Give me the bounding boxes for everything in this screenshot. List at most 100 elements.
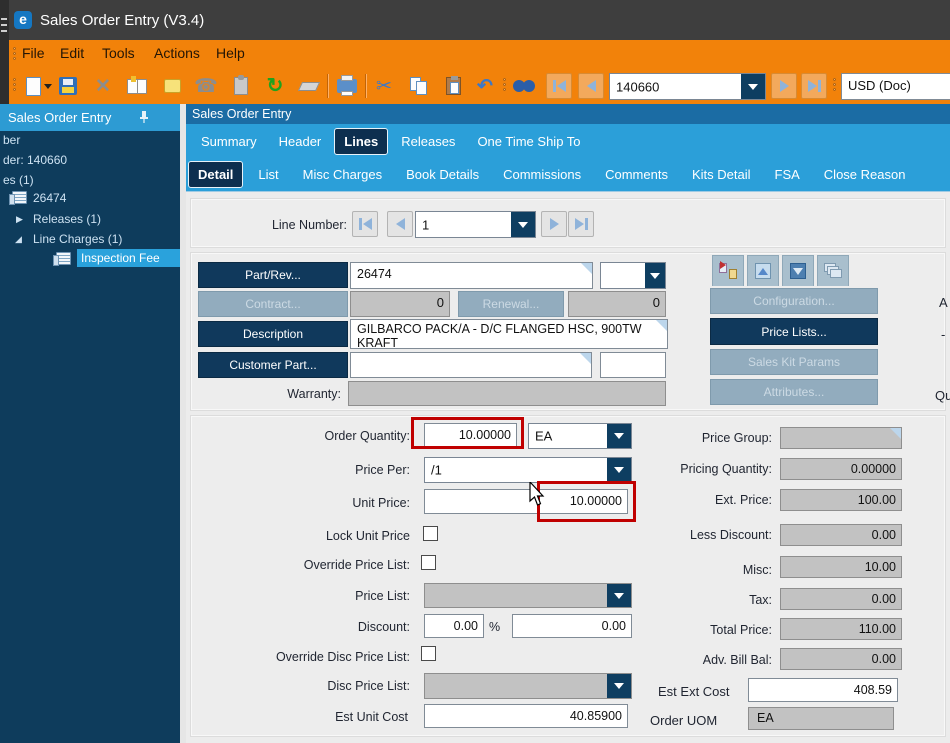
record-prev-button[interactable] — [578, 73, 604, 99]
override-disc-price-list-checkbox[interactable] — [421, 646, 436, 661]
price-group-label: Price Group: — [612, 431, 772, 445]
tree-item-lines[interactable]: es (1) — [3, 173, 34, 187]
discount-percent-field[interactable]: 0.00 — [424, 614, 484, 638]
est-ext-cost-label: Est Ext Cost — [658, 684, 730, 699]
attachment-icon[interactable] — [228, 74, 254, 98]
menu-actions[interactable]: Actions — [154, 45, 200, 61]
est-ext-cost-field[interactable]: 408.59 — [748, 678, 898, 702]
customer-part-rev-field[interactable] — [600, 352, 666, 378]
tree-item-line-charges[interactable]: Line Charges (1) — [33, 232, 122, 246]
override-price-list-checkbox[interactable] — [421, 555, 436, 570]
record-number-combo[interactable]: 140660 — [609, 73, 766, 100]
customer-part-button[interactable]: Customer Part... — [198, 352, 348, 378]
sidebar-splitter[interactable] — [180, 104, 186, 743]
tree-item-order[interactable]: der: 140660 — [3, 153, 67, 167]
search-binoculars-icon[interactable] — [511, 74, 537, 98]
line-last-button[interactable] — [568, 211, 594, 237]
chevron-down-icon[interactable] — [741, 74, 765, 99]
part-rev-button[interactable]: Part/Rev... — [198, 262, 348, 288]
undo-icon[interactable]: ↶ — [472, 74, 498, 98]
sidebar-header[interactable]: Sales Order Entry — [0, 104, 180, 131]
new-dropdown-icon[interactable] — [42, 74, 54, 98]
chevron-down-icon[interactable] — [645, 263, 665, 288]
currency-field[interactable]: USD (Doc) — [841, 73, 950, 100]
part-number-field[interactable]: 26474 — [350, 262, 593, 289]
line-number-combo[interactable]: 1 — [415, 211, 536, 238]
sales-kit-params-button: Sales Kit Params — [710, 349, 878, 375]
paste-icon[interactable] — [440, 74, 466, 98]
line-first-button[interactable] — [352, 211, 378, 237]
record-next-button[interactable] — [771, 73, 797, 99]
copy-icon[interactable] — [406, 74, 432, 98]
tree-item-releases[interactable]: Releases (1) — [33, 212, 101, 226]
refresh-icon[interactable]: ↻ — [262, 74, 288, 98]
chevron-down-icon[interactable] — [511, 212, 535, 237]
part-rev-combo[interactable] — [600, 262, 666, 289]
toolbar-grip-handle[interactable] — [503, 78, 507, 91]
subtab-misc-charges[interactable]: Misc Charges — [294, 161, 391, 188]
move-up-icon[interactable] — [747, 255, 779, 286]
layers-icon[interactable] — [817, 255, 849, 286]
tab-releases[interactable]: Releases — [392, 128, 464, 155]
override-disc-price-list-label: Override Disc Price List: — [218, 650, 410, 664]
tab-header[interactable]: Header — [270, 128, 331, 155]
save-icon[interactable] — [55, 74, 81, 98]
clear-icon[interactable] — [296, 74, 322, 98]
menu-edit[interactable]: Edit — [60, 45, 84, 61]
pin-icon[interactable] — [138, 110, 150, 124]
description-field[interactable]: GILBARCO PACK/A - D/C FLANGED HSC, 900TW… — [350, 319, 668, 349]
delete-icon[interactable]: ✕ — [90, 74, 116, 98]
price-per-combo[interactable]: /1 — [424, 457, 632, 483]
subtab-close-reason[interactable]: Close Reason — [815, 161, 915, 188]
menu-tools[interactable]: Tools — [102, 45, 135, 61]
subtab-list[interactable]: List — [249, 161, 287, 188]
tree-item-number[interactable]: ber — [3, 133, 20, 147]
subtab-comments[interactable]: Comments — [596, 161, 677, 188]
cut-icon[interactable]: ✂ — [371, 74, 397, 98]
line-prev-button[interactable] — [387, 211, 413, 237]
price-lists-button[interactable]: Price Lists... — [710, 318, 878, 345]
menu-help[interactable]: Help — [216, 45, 245, 61]
tree-item-part[interactable]: 26474 — [33, 191, 66, 205]
unit-price-label: Unit Price: — [250, 496, 410, 510]
tab-one-time-ship-to[interactable]: One Time Ship To — [468, 128, 589, 155]
subtab-commissions[interactable]: Commissions — [494, 161, 590, 188]
subtab-book-details[interactable]: Book Details — [397, 161, 488, 188]
description-button[interactable]: Description — [198, 321, 348, 347]
toolbar-grip-handle[interactable] — [833, 78, 837, 91]
menu-grip-handle[interactable] — [13, 47, 17, 60]
ext-price-label: Ext. Price: — [612, 493, 772, 507]
print-icon[interactable] — [334, 74, 360, 98]
tab-summary[interactable]: Summary — [192, 128, 266, 155]
part-swap-icon[interactable] — [712, 255, 744, 286]
lock-unit-price-checkbox[interactable] — [423, 526, 438, 541]
record-first-button[interactable] — [546, 73, 572, 99]
disc-price-list-label: Disc Price List: — [250, 679, 410, 693]
subtab-detail[interactable]: Detail — [188, 161, 243, 188]
menu-file[interactable]: File — [22, 45, 45, 61]
contacts-book-icon[interactable] — [124, 74, 150, 98]
tab-lines[interactable]: Lines — [334, 128, 388, 155]
line-next-button[interactable] — [541, 211, 567, 237]
adv-bill-bal-label: Adv. Bill Bal: — [612, 653, 772, 667]
tax-field: 0.00 — [780, 588, 902, 610]
pricing-quantity-label: Pricing Quantity: — [612, 462, 772, 476]
memo-icon[interactable] — [159, 74, 185, 98]
chevron-down-icon[interactable] — [607, 674, 631, 698]
subtab-fsa[interactable]: FSA — [766, 161, 809, 188]
customer-part-field[interactable] — [350, 352, 592, 378]
attributes-button: Attributes... — [710, 379, 878, 405]
tree-item-inspection-fee[interactable]: Inspection Fee — [77, 249, 180, 267]
toolbar-grip-handle[interactable] — [13, 78, 17, 91]
move-down-icon[interactable] — [782, 255, 814, 286]
record-last-button[interactable] — [801, 73, 827, 99]
est-unit-cost-field[interactable]: 40.85900 — [424, 704, 628, 728]
chevron-collapsed-icon[interactable]: ▶ — [16, 214, 23, 225]
phone-icon[interactable]: ☎ — [193, 74, 219, 98]
chevron-expanded-icon[interactable]: ◢ — [15, 234, 22, 245]
sales-order-entry-window: e Sales Order Entry (V3.4) File Edit Too… — [0, 0, 950, 743]
order-uom-label: Order UOM — [650, 713, 717, 728]
override-price-list-label: Override Price List: — [250, 558, 410, 572]
warranty-label: Warranty: — [200, 387, 341, 401]
subtab-kits-detail[interactable]: Kits Detail — [683, 161, 760, 188]
